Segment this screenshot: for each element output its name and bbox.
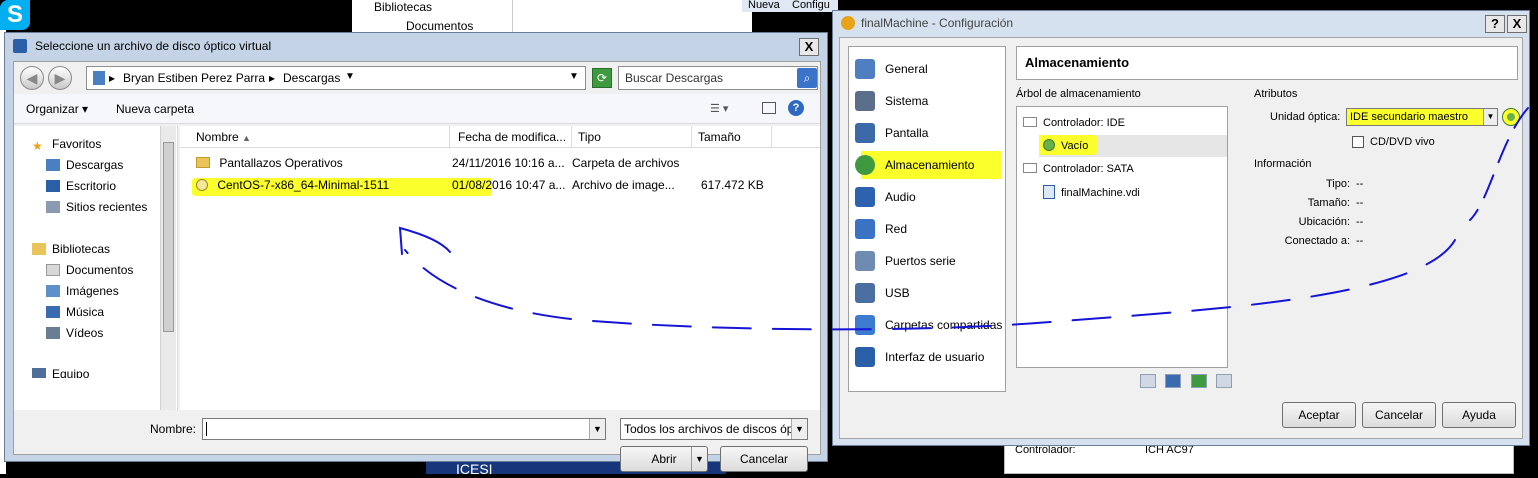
- annotation-arrowhead: [398, 226, 451, 255]
- annotation-arrow-line: [404, 239, 1456, 331]
- annotation-overlay: [398, 107, 1529, 331]
- annotation-arrow-line: [1469, 107, 1529, 221]
